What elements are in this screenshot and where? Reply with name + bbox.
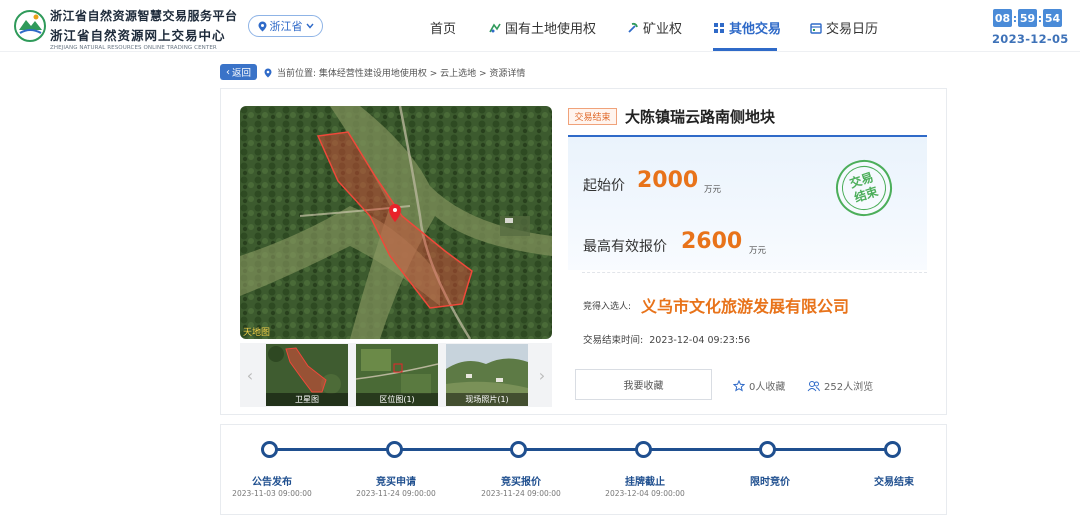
view-count: 252人浏览 xyxy=(807,378,873,393)
timeline-node xyxy=(884,441,901,458)
back-button[interactable]: ‹ 返回 xyxy=(220,64,257,80)
step-trade-end-label: 交易结束 xyxy=(874,477,914,488)
satellite-map: 天地图 xyxy=(240,106,552,339)
nav-state-land-label: 国有土地使用权 xyxy=(505,22,597,37)
step-bid-date: 2023-11-24 09:00:00 xyxy=(481,489,561,498)
timeline-track xyxy=(269,448,892,451)
step-notice-date: 2023-11-03 09:00:00 xyxy=(232,489,312,498)
nav-home[interactable]: 首页 xyxy=(430,18,456,37)
clock-hours: 08 xyxy=(993,9,1012,27)
clock: 08 : 59 : 54 xyxy=(993,9,1062,27)
step-listing-close-label: 挂牌截止 xyxy=(625,477,665,488)
top-bid-label: 最高有效报价 xyxy=(583,239,667,255)
step-timed-auction-label: 限时竞价 xyxy=(750,477,790,488)
nav-mining[interactable]: 矿业权 xyxy=(627,18,682,37)
start-price-label: 起始价 xyxy=(583,178,625,194)
satellite-image[interactable]: 天地图 xyxy=(240,106,552,339)
winner-label: 竞得入选人: xyxy=(583,302,632,312)
users-icon xyxy=(807,380,820,391)
timeline-node xyxy=(261,441,278,458)
timeline-node xyxy=(759,441,776,458)
step-bid-label: 竞买报价 xyxy=(501,477,541,488)
nav-home-label: 首页 xyxy=(430,22,457,37)
top-bid-value: 2600 xyxy=(681,229,743,254)
timeline-node xyxy=(386,441,403,458)
thumb-site-photo[interactable]: 现场照片(1) xyxy=(446,344,528,406)
end-time-value: 2023-12-04 09:23:56 xyxy=(649,335,751,346)
nav-trade-calendar[interactable]: 交易日历 xyxy=(810,18,878,37)
back-label: 返回 xyxy=(231,68,251,79)
location-pin-icon xyxy=(264,68,272,77)
thumb-caption: 卫星图 xyxy=(266,393,348,406)
top-bid-unit: 万元 xyxy=(749,246,767,256)
favorite-count: 0人收藏 xyxy=(733,378,785,393)
step-apply-date: 2023-11-24 09:00:00 xyxy=(356,489,436,498)
end-time: 交易结束时间: 2023-12-04 09:23:56 xyxy=(583,332,750,346)
end-time-label: 交易结束时间: xyxy=(583,335,644,346)
nav-other-trade[interactable]: 其他交易 xyxy=(713,18,781,37)
thumb-prev-button[interactable]: ‹ xyxy=(240,344,260,406)
winner-name: 义乌市文化旅游发展有限公司 xyxy=(641,297,850,316)
breadcrumb-text: 当前位置: 集体经营性建设用地使用权 > 云上选地 > 资源详情 xyxy=(277,69,526,79)
current-date: 2023-12-05 xyxy=(992,32,1069,46)
center-title: 浙江省自然资源网上交易中心 xyxy=(50,28,226,43)
location-pin-icon xyxy=(258,21,266,31)
calendar-icon xyxy=(810,22,822,34)
logo-icon xyxy=(14,10,46,42)
step-apply-label: 竞买申请 xyxy=(376,477,416,488)
chevron-right-icon: › xyxy=(538,365,546,385)
status-badge: 交易结束 xyxy=(568,108,617,125)
nav-other-trade-label: 其他交易 xyxy=(729,22,782,37)
breadcrumb: 当前位置: 集体经营性建设用地使用权 > 云上选地 > 资源详情 xyxy=(264,66,525,79)
step-notice-label: 公告发布 xyxy=(252,477,292,488)
start-price-value: 2000 xyxy=(637,168,699,193)
grid-icon xyxy=(714,22,724,33)
thumb-next-button[interactable]: › xyxy=(532,344,552,406)
center-title-en: ZHEJIANG NATURAL RESOURCES ONLINE TRADIN… xyxy=(50,45,217,51)
clock-minutes: 59 xyxy=(1018,9,1037,27)
mine-icon xyxy=(628,22,638,33)
thumb-location[interactable]: 区位图(1) xyxy=(356,344,438,406)
active-tab-underline xyxy=(713,48,777,51)
timeline-node xyxy=(510,441,527,458)
view-count-text: 252人浏览 xyxy=(824,382,874,393)
timeline-node xyxy=(635,441,652,458)
timeline-card xyxy=(220,424,947,515)
brand-block: 浙江省自然资源智慧交易服务平台 浙江省自然资源网上交易中心 ZHEJIANG N… xyxy=(50,7,238,51)
favorite-button[interactable]: 我要收藏 xyxy=(575,369,712,400)
nav-mining-label: 矿业权 xyxy=(643,22,683,37)
chevron-down-icon xyxy=(305,23,314,29)
nav-state-land[interactable]: 国有土地使用权 xyxy=(489,18,596,37)
land-icon xyxy=(489,23,501,32)
chevron-left-icon: ‹ xyxy=(246,365,254,385)
nav-trade-calendar-label: 交易日历 xyxy=(826,22,879,37)
clock-seconds: 54 xyxy=(1043,9,1062,27)
thumb-satellite[interactable]: 卫星图 xyxy=(266,344,348,406)
start-price-unit: 万元 xyxy=(704,185,722,195)
top-header: 浙江省自然资源智慧交易服务平台 浙江省自然资源网上交易中心 ZHEJIANG N… xyxy=(0,0,1080,52)
province-selector[interactable]: 浙江省 xyxy=(248,15,323,37)
watermark-text: 天地图 xyxy=(243,326,270,338)
parcel-title: 大陈镇瑞云路南侧地块 xyxy=(625,108,776,126)
thumb-caption: 区位图(1) xyxy=(356,393,438,406)
star-icon xyxy=(733,379,745,392)
divider xyxy=(582,272,927,273)
thumb-caption: 现场照片(1) xyxy=(446,393,528,406)
province-label: 浙江省 xyxy=(269,20,303,33)
platform-title: 浙江省自然资源智慧交易服务平台 xyxy=(50,9,238,23)
favorite-count-text: 0人收藏 xyxy=(749,382,786,393)
step-listing-close-date: 2023-12-04 09:00:00 xyxy=(605,489,685,498)
chevron-left-icon: ‹ xyxy=(225,66,230,78)
